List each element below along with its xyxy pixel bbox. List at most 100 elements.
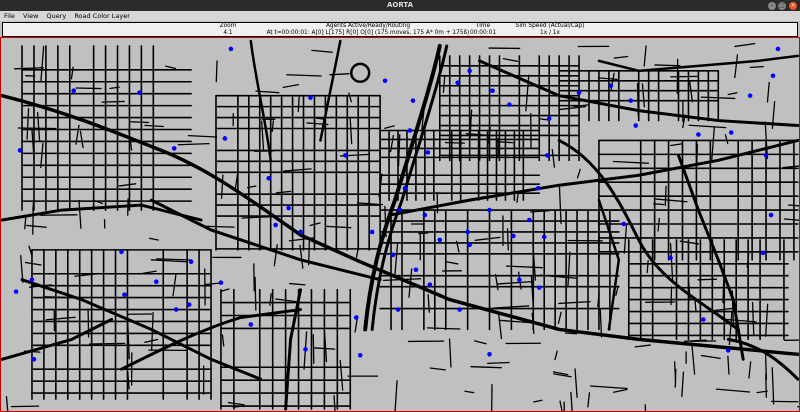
street[interactable] [554,350,558,361]
street[interactable] [17,127,57,130]
arterial-road[interactable] [20,278,263,381]
street[interactable] [333,395,336,411]
street[interactable] [748,361,752,379]
minimize-icon[interactable]: – [768,2,776,10]
street[interactable] [487,361,510,364]
street[interactable] [771,367,775,405]
street[interactable] [349,117,353,145]
street[interactable] [691,342,696,375]
street[interactable] [558,186,562,225]
arterial-road[interactable] [1,203,203,222]
street[interactable] [612,388,628,393]
street[interactable] [470,366,502,369]
street[interactable] [254,276,257,311]
street[interactable] [599,309,603,338]
street[interactable] [502,58,519,63]
agent-marker[interactable] [343,153,348,158]
agent-marker[interactable] [467,242,472,248]
street[interactable] [657,217,660,232]
street[interactable] [558,300,591,305]
street[interactable] [177,142,210,146]
street[interactable] [641,83,646,108]
street[interactable] [32,201,35,211]
agent-marker[interactable] [546,116,552,121]
agent-marker[interactable] [29,277,35,282]
street[interactable] [587,392,591,408]
agent-marker[interactable] [747,93,753,98]
street[interactable] [766,81,770,103]
street[interactable] [497,312,503,340]
street[interactable] [148,237,159,241]
street[interactable] [765,303,769,337]
street[interactable] [384,125,395,129]
street[interactable] [474,236,501,241]
street[interactable] [101,100,125,103]
agent-marker[interactable] [248,322,254,327]
street[interactable] [215,60,218,83]
street[interactable] [276,190,292,194]
street[interactable] [445,261,459,265]
agent-marker[interactable] [273,222,278,228]
street[interactable] [79,130,84,149]
agent-marker[interactable] [382,78,388,84]
street[interactable] [339,359,344,391]
arterial-road[interactable] [249,39,272,162]
street[interactable] [589,385,628,390]
agent-marker[interactable] [397,207,403,213]
street[interactable] [40,142,44,169]
agent-marker[interactable] [422,212,428,218]
menu-file[interactable]: File [4,11,15,21]
road-network[interactable] [1,38,799,411]
map-canvas[interactable] [0,37,800,412]
street[interactable] [129,121,150,124]
agent-marker[interactable] [186,302,192,307]
street[interactable] [783,218,799,221]
street[interactable] [734,42,756,48]
street[interactable] [782,165,799,169]
street[interactable] [559,400,563,411]
agent-marker[interactable] [775,46,781,52]
street[interactable] [700,354,721,360]
street[interactable] [187,135,218,138]
agent-marker[interactable] [303,347,308,352]
street[interactable] [497,280,535,285]
agent-marker[interactable] [369,229,375,235]
agent-marker[interactable] [536,285,542,290]
agent-marker[interactable] [222,136,228,141]
street[interactable] [88,342,126,345]
agent-marker[interactable] [228,46,234,52]
street[interactable] [286,74,322,77]
street[interactable] [553,373,572,378]
street[interactable] [474,340,487,345]
agent-marker[interactable] [760,250,766,256]
agent-marker[interactable] [410,98,416,103]
roundabout[interactable] [350,62,371,84]
street[interactable] [669,242,674,282]
street[interactable] [613,55,629,59]
agent-marker[interactable] [427,282,433,287]
street[interactable] [612,160,650,164]
agent-marker[interactable] [763,153,769,158]
street[interactable] [448,338,452,368]
agent-marker[interactable] [413,267,419,273]
street[interactable] [570,392,573,411]
agent-marker[interactable] [353,315,359,320]
agent-marker[interactable] [171,146,177,151]
agent-marker[interactable] [511,233,516,239]
agent-marker[interactable] [701,317,706,322]
arterial-road[interactable] [726,337,799,381]
agent-marker[interactable] [535,185,541,191]
agent-marker[interactable] [154,279,159,284]
agent-marker[interactable] [621,221,627,227]
street[interactable] [516,192,519,203]
street[interactable] [427,294,430,313]
agent-marker[interactable] [517,277,522,282]
agent-marker[interactable] [770,73,776,79]
agent-marker[interactable] [455,80,460,86]
street[interactable] [653,203,665,206]
agent-marker[interactable] [467,68,472,74]
agent-marker[interactable] [71,88,77,94]
street[interactable] [221,334,225,347]
agent-marker[interactable] [696,132,701,137]
street[interactable] [426,327,461,330]
